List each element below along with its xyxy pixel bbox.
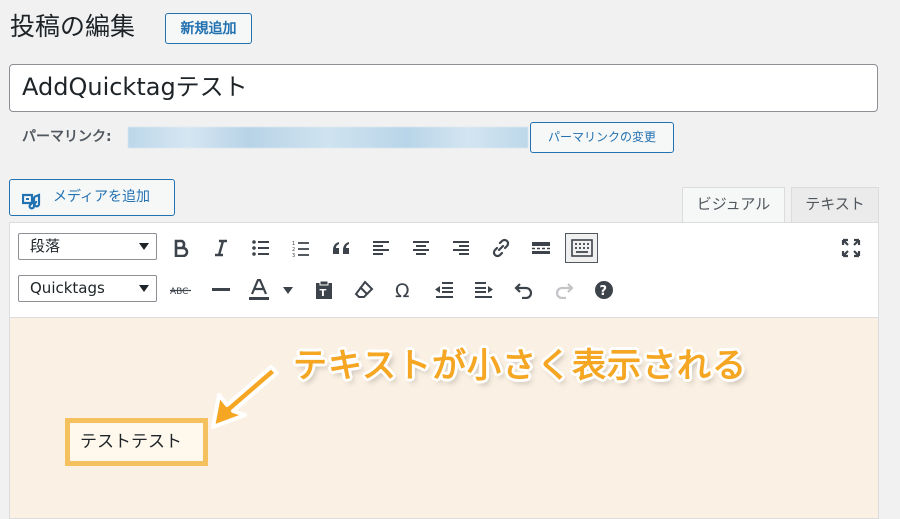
media-icon: [21, 189, 42, 210]
change-permalink-button[interactable]: パーマリンクの変更: [530, 122, 674, 153]
format-select[interactable]: 段落: [18, 233, 157, 260]
svg-text:?: ?: [600, 284, 608, 299]
bullet-list-icon[interactable]: [248, 235, 274, 261]
annotation-callout: テキストが小さく表示される: [293, 346, 747, 386]
page-title: 投稿の編集: [10, 12, 136, 41]
permalink-url[interactable]: [128, 127, 528, 148]
format-select-value: 段落: [30, 237, 61, 255]
add-new-button[interactable]: 新規追加: [165, 13, 252, 44]
strikethrough-icon[interactable]: ABC: [168, 277, 194, 303]
quicktags-select-value: Quicktags: [30, 279, 105, 297]
undo-icon[interactable]: [511, 277, 537, 303]
arrow-icon: [205, 365, 285, 439]
editor-text[interactable]: テストテスト: [80, 430, 182, 454]
quicktags-select[interactable]: Quicktags: [18, 275, 157, 302]
outdent-icon[interactable]: [431, 277, 457, 303]
italic-icon[interactable]: [208, 235, 234, 261]
clear-formatting-icon[interactable]: [351, 277, 377, 303]
svg-text:ABC: ABC: [170, 287, 188, 296]
tab-text[interactable]: テキスト: [791, 187, 879, 222]
redo-icon[interactable]: [551, 277, 577, 303]
align-left-icon[interactable]: [368, 235, 394, 261]
svg-text:T: T: [320, 288, 327, 299]
chevron-down-icon[interactable]: [278, 277, 298, 303]
blockquote-icon[interactable]: [328, 235, 354, 261]
paste-text-icon[interactable]: T: [311, 277, 337, 303]
svg-text:Ω: Ω: [395, 281, 410, 299]
text-color-icon[interactable]: [246, 277, 272, 303]
help-icon[interactable]: ?: [591, 277, 617, 303]
align-right-icon[interactable]: [448, 235, 474, 261]
svg-text:3: 3: [292, 253, 295, 257]
toolbar-toggle-icon[interactable]: [565, 233, 598, 263]
link-icon[interactable]: [488, 235, 514, 261]
add-media-button[interactable]: メディアを追加: [9, 179, 175, 216]
chevron-down-icon: [139, 285, 149, 292]
post-title-input[interactable]: AddQuicktagテスト: [9, 64, 878, 112]
align-center-icon[interactable]: [408, 235, 434, 261]
horizontal-line-icon[interactable]: [208, 277, 234, 303]
special-character-icon[interactable]: Ω: [391, 277, 417, 303]
indent-icon[interactable]: [471, 277, 497, 303]
read-more-icon[interactable]: [528, 235, 554, 261]
fullscreen-icon[interactable]: [838, 235, 864, 261]
bold-icon[interactable]: [168, 235, 194, 261]
numbered-list-icon[interactable]: 123: [288, 235, 314, 261]
chevron-down-icon: [139, 243, 149, 250]
tab-visual[interactable]: ビジュアル: [682, 187, 785, 222]
add-media-label: メディアを追加: [53, 189, 151, 205]
permalink-label: パーマリンク:: [22, 129, 112, 145]
